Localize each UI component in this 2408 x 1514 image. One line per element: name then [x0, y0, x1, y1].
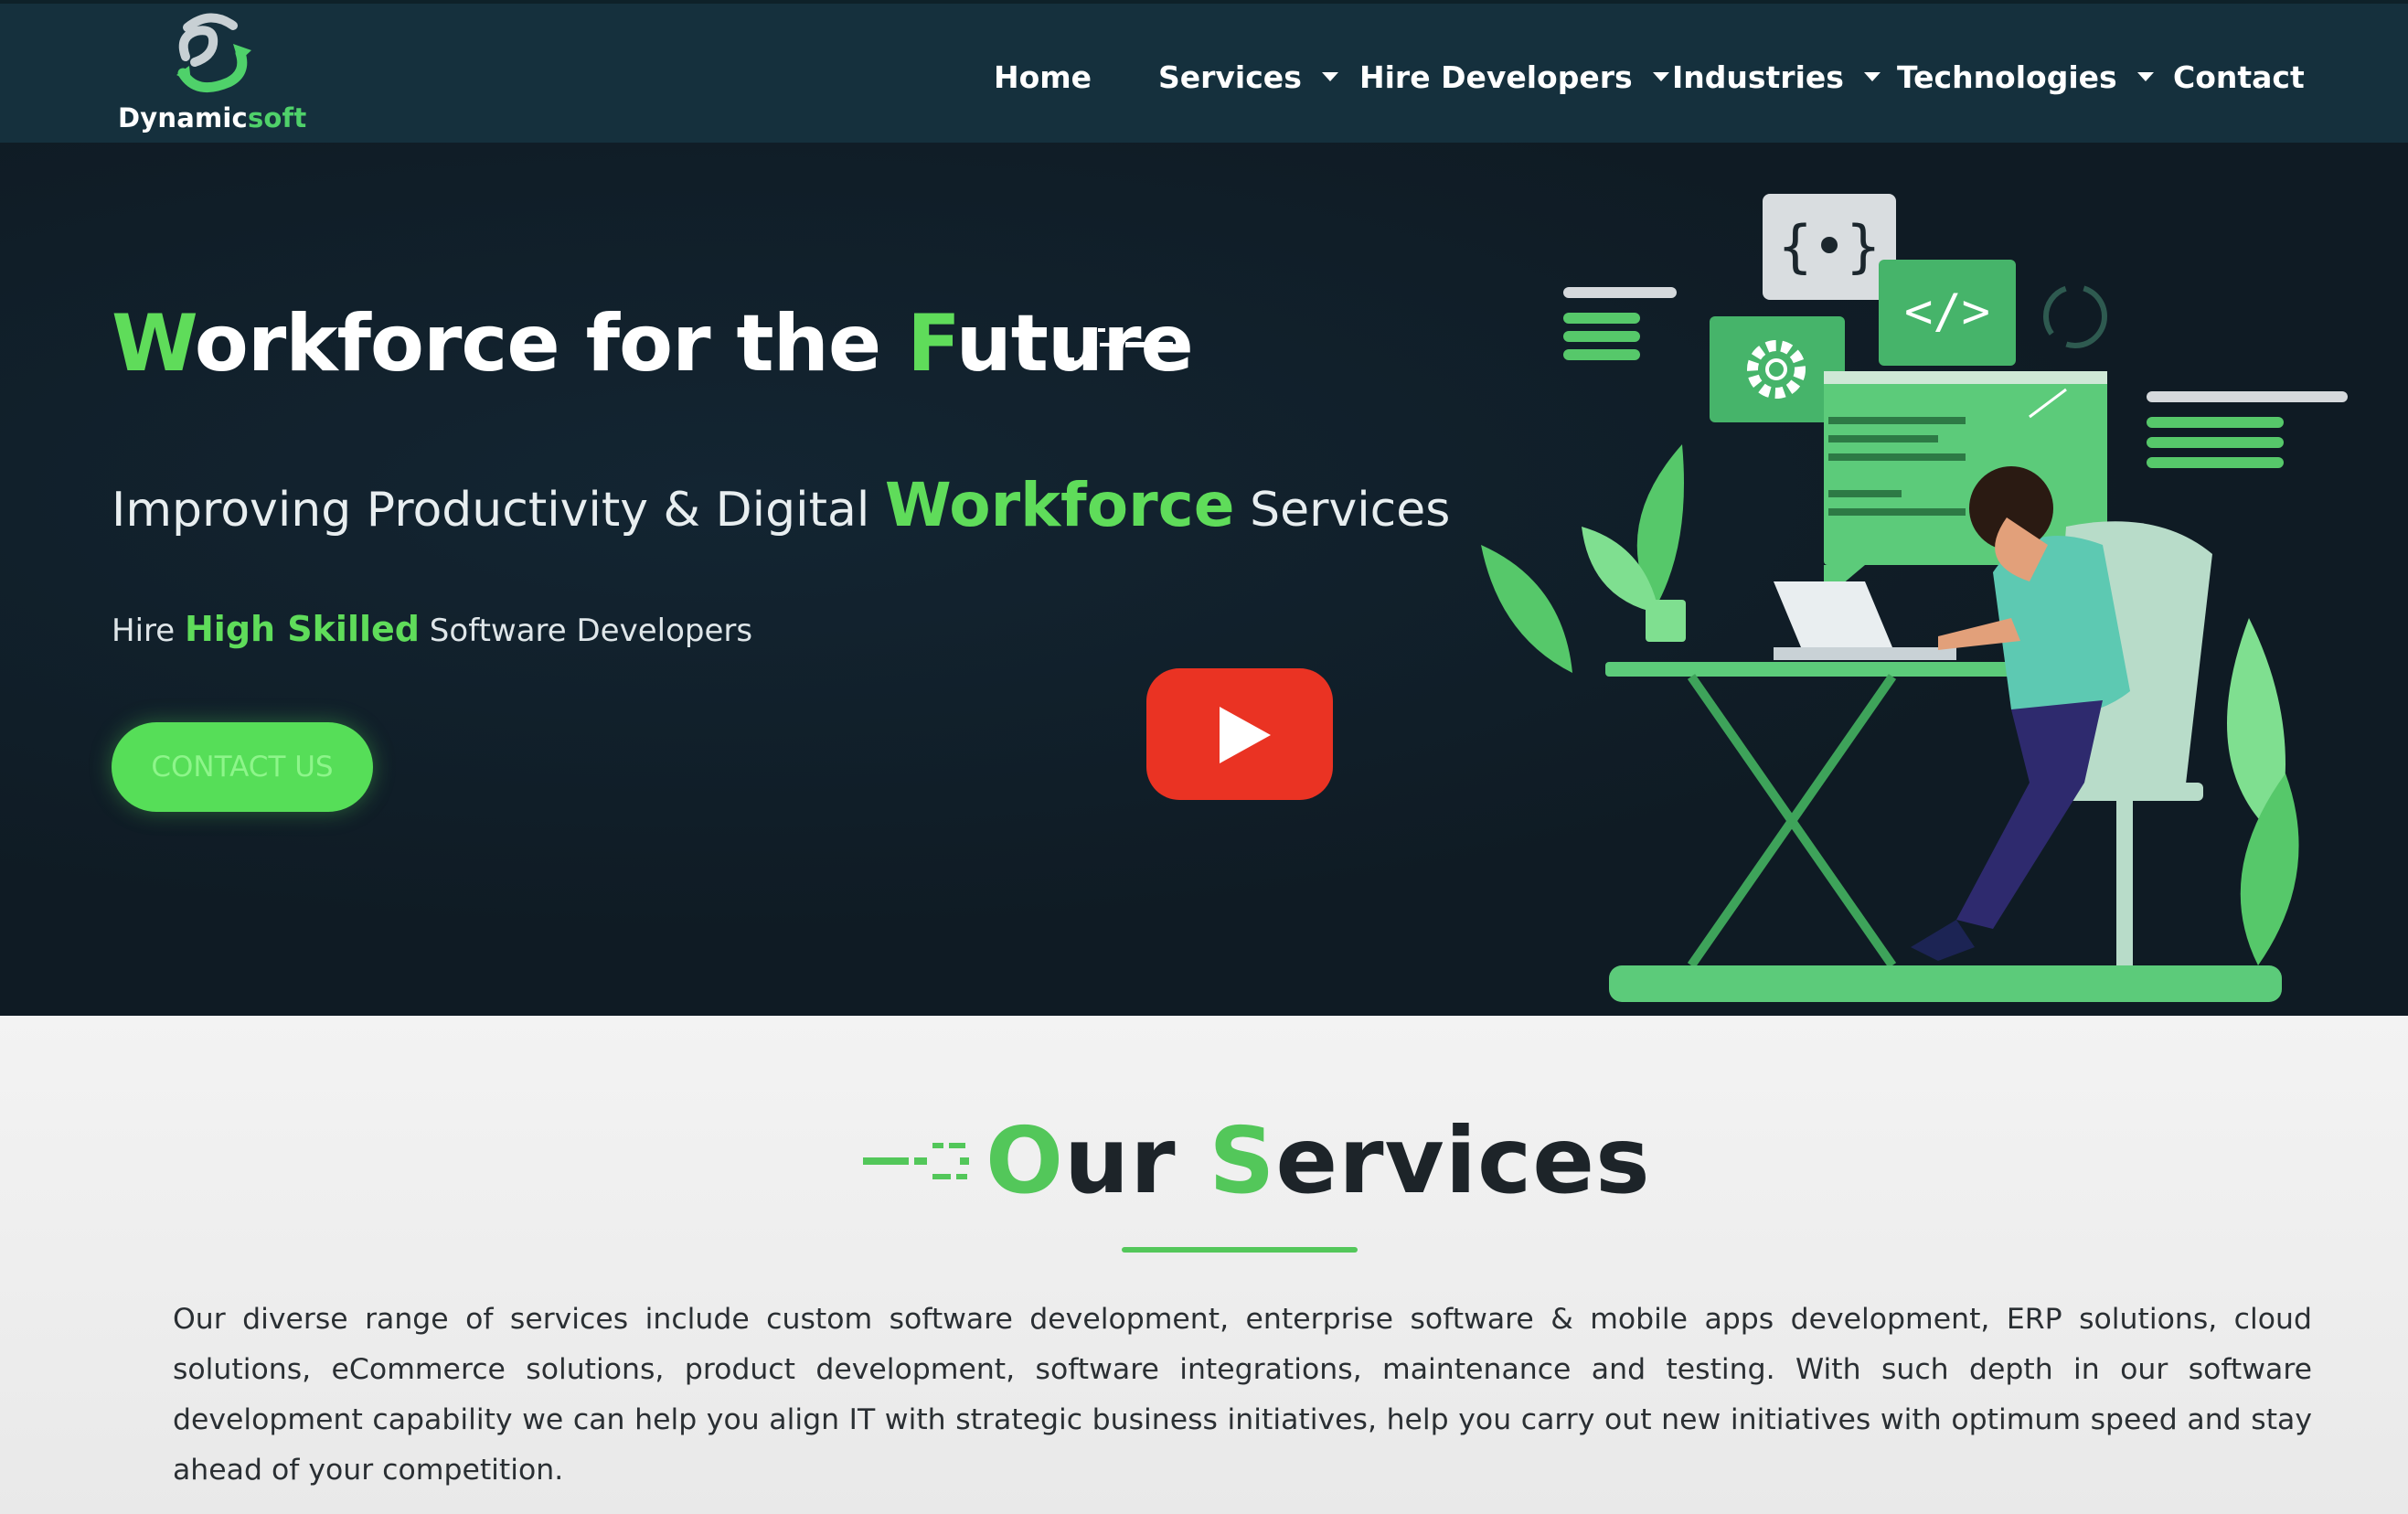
services-heading-s: S	[1209, 1107, 1276, 1214]
logo-text-dynamic: Dynamic	[118, 102, 248, 133]
nav-label-technologies: Technologies	[1897, 59, 2117, 95]
services-heading-o: O	[986, 1107, 1065, 1214]
hero-subtitle: Improving Productivity & Digital Workfor…	[112, 470, 1450, 540]
contact-us-button[interactable]: CONTACT US	[112, 722, 373, 812]
page: Dynamicsoft Home Services Hire Developer…	[0, 0, 2408, 1514]
hero-title: Workforce for the Future	[112, 298, 1194, 389]
services-heading-part1: ur	[1064, 1107, 1209, 1214]
top-navbar: Dynamicsoft Home Services Hire Developer…	[0, 0, 2408, 143]
nav-label-hire-developers: Hire Developers	[1359, 59, 1633, 95]
hero-title-f: F	[907, 298, 956, 389]
hero-section: Workforce for the Future Improving Produ…	[0, 143, 2408, 1016]
services-section: Our Services Our diverse range of servic…	[0, 1016, 2408, 1514]
nav-label-industries: Industries	[1672, 59, 1844, 95]
nav-item-industries[interactable]: Industries	[1672, 49, 1881, 104]
nav-item-contact[interactable]: Contact	[2173, 49, 2305, 104]
hero-title-part1: orkforce for the	[194, 298, 908, 389]
svg-text:{•}: {•}	[1778, 213, 1881, 280]
developer-illustration: {•} </>	[1481, 194, 2348, 1002]
hero-title-w: W	[112, 298, 196, 389]
chevron-down-icon	[1863, 72, 1881, 81]
hero-tagline-part1: Hire	[112, 613, 185, 649]
hero-tagline-part2: Software Developers	[420, 613, 753, 649]
logo-text-soft: soft	[247, 102, 307, 133]
contact-us-label: CONTACT US	[151, 751, 334, 784]
chevron-down-icon	[2136, 72, 2154, 81]
hero-tagline: Hire High Skilled Software Developers	[112, 609, 752, 649]
nav-label-contact: Contact	[2173, 59, 2305, 95]
services-heading-part2: ervices	[1275, 1107, 1651, 1214]
dash-lines-icon	[863, 1143, 969, 1179]
nav-item-services[interactable]: Services	[1158, 49, 1338, 104]
nav-label-home: Home	[994, 59, 1092, 95]
nav-item-home[interactable]: Home	[994, 49, 1092, 104]
hero-subtitle-part1: Improving Productivity & Digital	[112, 483, 885, 538]
dash-lines-icon	[1069, 328, 1173, 362]
services-heading: Our Services	[986, 1107, 1651, 1214]
logo-icon	[176, 13, 251, 93]
nav-item-technologies[interactable]: Technologies	[1897, 49, 2154, 104]
logo[interactable]: Dynamicsoft	[114, 9, 325, 137]
services-description: Our diverse range of services include cu…	[173, 1303, 2312, 1487]
hero-subtitle-highlight: Workforce	[884, 470, 1235, 540]
chevron-down-icon	[1652, 72, 1669, 81]
svg-text:</>: </>	[1904, 284, 1990, 339]
hero-tagline-highlight: High Skilled	[184, 609, 420, 649]
nav-label-services: Services	[1158, 59, 1302, 95]
logo-text: Dynamicsoft	[118, 102, 306, 133]
heading-underline	[1122, 1247, 1358, 1253]
nav-item-hire-developers[interactable]: Hire Developers	[1359, 49, 1669, 104]
youtube-play-icon[interactable]	[1146, 668, 1333, 800]
chevron-down-icon	[1321, 72, 1338, 81]
hero-subtitle-part2: Services	[1234, 483, 1451, 538]
